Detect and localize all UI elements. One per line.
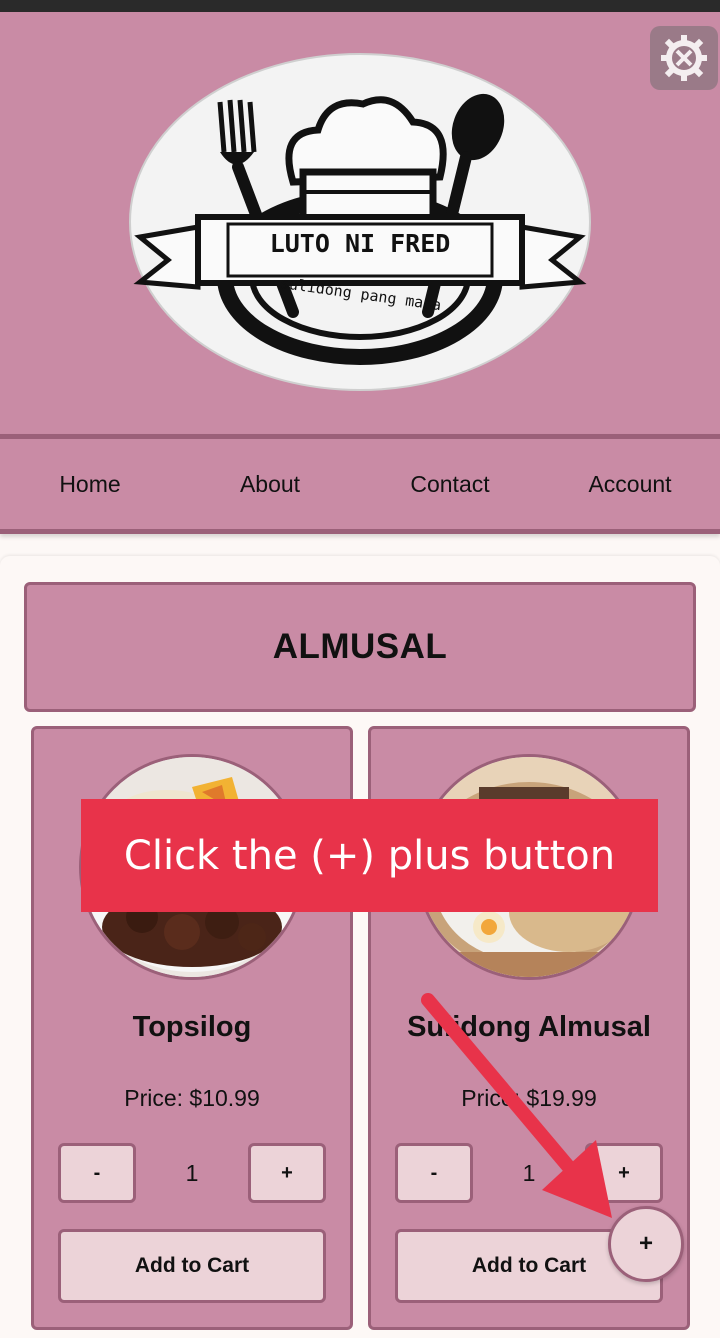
tutorial-hint-banner: Click the (+) plus button — [81, 799, 658, 912]
status-bar-strip — [0, 0, 720, 12]
quantity-decrease-button[interactable]: - — [58, 1143, 136, 1203]
settings-button[interactable] — [650, 26, 718, 90]
nav-account[interactable]: Account — [540, 439, 720, 529]
nav-bar: Home About Contact Account — [0, 434, 720, 534]
nav-home[interactable]: Home — [0, 439, 180, 529]
quantity-value: 1 — [522, 1159, 536, 1186]
product-price: Price: $19.99 — [461, 1085, 597, 1111]
header: LUTO NI FRED sulidong pang masa — [0, 12, 720, 436]
brand-logo: LUTO NI FRED sulidong pang masa — [129, 53, 591, 391]
gear-wrench-icon — [661, 35, 707, 81]
product-price: Price: $10.99 — [124, 1085, 260, 1111]
nav-about[interactable]: About — [180, 439, 360, 529]
product-name: Sulidong Almusal — [407, 1011, 651, 1043]
floating-plus-button[interactable]: + — [608, 1206, 684, 1282]
logo-brand-text: LUTO NI FRED — [270, 229, 451, 258]
category-title: ALMUSAL — [272, 627, 448, 666]
nav-contact[interactable]: Contact — [360, 439, 540, 529]
quantity-increase-button[interactable]: + — [248, 1143, 326, 1203]
quantity-increase-button[interactable]: + — [585, 1143, 663, 1203]
product-name: Topsilog — [132, 1011, 252, 1043]
quantity-decrease-button[interactable]: - — [395, 1143, 473, 1203]
category-header: ALMUSAL — [24, 582, 696, 712]
quantity-value: 1 — [185, 1159, 199, 1186]
add-to-cart-button[interactable]: Add to Cart — [58, 1229, 326, 1303]
